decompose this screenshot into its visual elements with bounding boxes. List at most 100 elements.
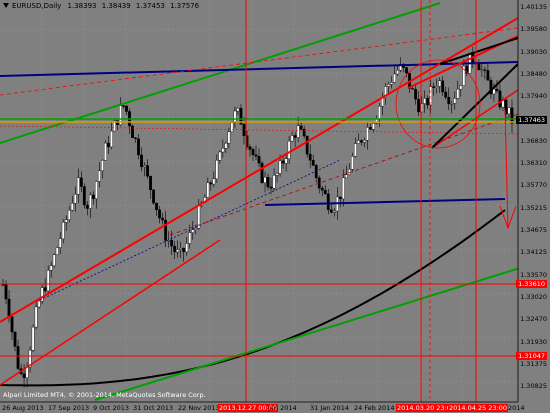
- date-tick-label: 17 Sep 2013: [48, 404, 90, 412]
- price-tick-label: 1.35770: [520, 181, 547, 190]
- candlestick-series: [1, 46, 514, 388]
- candle-body: [170, 240, 174, 247]
- candle-body: [390, 82, 393, 85]
- candle-body: [4, 284, 8, 300]
- date-tick-label: 31 Jan 2014: [310, 404, 349, 412]
- candle-body: [110, 130, 113, 148]
- price-chart[interactable]: EURUSD,Daily 1.38393 1.38439 1.37453 1.3…: [0, 0, 550, 413]
- date-tick-label: 31 Oct 2013: [133, 404, 174, 412]
- candle-body: [444, 91, 448, 98]
- price-tick-label: 1.30825: [520, 382, 547, 391]
- candle-body: [456, 88, 460, 99]
- blue-trendline-lower[interactable]: [264, 198, 506, 206]
- candle-body: [233, 110, 237, 123]
- candle-body: [88, 194, 92, 209]
- candle-body: [257, 156, 261, 164]
- price-tick-label: 1.40135: [520, 3, 547, 11]
- candle-body: [79, 177, 83, 187]
- date-tick-label: 22 Nov 2013: [178, 404, 220, 412]
- candle-body: [356, 140, 360, 144]
- candle-body: [441, 80, 445, 93]
- price-tick-label: 1.39030: [520, 47, 547, 56]
- candle-body: [507, 107, 511, 115]
- green-channel-lower[interactable]: [94, 267, 521, 401]
- price-tick-label: 1.34675: [520, 226, 547, 234]
- candle-body: [459, 85, 463, 90]
- candle-body: [67, 209, 71, 220]
- candle-body: [149, 176, 152, 191]
- candle-body: [206, 182, 210, 198]
- candle-body: [188, 232, 192, 244]
- price-tick-label: 1.36310: [520, 159, 547, 168]
- candle-body: [510, 107, 514, 124]
- candle-body: [287, 140, 291, 159]
- candle-body: [248, 146, 252, 150]
- candle-body: [332, 210, 336, 213]
- candle-body: [323, 189, 327, 195]
- candle-body: [260, 162, 264, 183]
- candle-body: [7, 298, 11, 317]
- candle-body: [344, 174, 348, 179]
- candle-body: [302, 129, 306, 137]
- candle-body: [495, 88, 499, 92]
- copyright-text: Alpari Limited MT4, © 2001-2014, MetaQuo…: [3, 391, 206, 399]
- chart-collapse-icon[interactable]: [3, 3, 9, 8]
- candle-body: [13, 331, 17, 347]
- candle-body: [194, 228, 198, 230]
- candle-body: [73, 194, 77, 204]
- candle-body: [254, 154, 258, 157]
- candle-body: [405, 67, 408, 74]
- candle-body: [426, 98, 430, 106]
- candle-body: [284, 158, 288, 164]
- date-tick-label: 2014.04.25 23:00: [448, 404, 509, 412]
- candle-body: [341, 177, 345, 200]
- candle-body: [125, 105, 128, 112]
- price-tick-label: 1.33020: [520, 292, 547, 301]
- candle-body: [281, 160, 285, 164]
- candle-body: [411, 88, 414, 90]
- candle-body: [94, 181, 98, 199]
- candle-body: [296, 125, 300, 138]
- candle-body: [230, 122, 234, 132]
- candle-body: [236, 108, 240, 112]
- candle-body: [1, 284, 5, 286]
- date-tick-label: 26 Aug 2013: [2, 404, 44, 412]
- candle-body: [435, 86, 439, 88]
- candle-body: [227, 131, 231, 144]
- candle-body: [326, 193, 330, 210]
- candle-body: [372, 123, 375, 130]
- candle-body: [46, 270, 50, 292]
- candle-body: [122, 105, 125, 107]
- candle-body: [143, 165, 146, 168]
- candle-body: [52, 254, 56, 266]
- candle-body: [275, 173, 279, 176]
- candle-body: [305, 135, 309, 155]
- close-value: 1.37576: [170, 2, 200, 10]
- candle-body: [353, 143, 357, 157]
- candle-body: [10, 316, 14, 333]
- candle-body: [70, 203, 74, 211]
- date-tick-label: Jan 2014: [268, 404, 297, 412]
- candle-body: [477, 64, 481, 71]
- price-tick-label: 1.32470: [520, 315, 547, 324]
- chart-plot-area[interactable]: [0, 0, 550, 413]
- candle-body: [58, 238, 62, 248]
- candle-body: [49, 265, 53, 271]
- candle-body: [299, 125, 303, 130]
- candle-body: [212, 178, 216, 185]
- candle-body: [393, 73, 396, 83]
- candle-body: [317, 177, 321, 189]
- red-channel-lower[interactable]: [0, 239, 221, 386]
- candle-body: [134, 137, 137, 140]
- candle-body: [31, 326, 35, 351]
- date-tick-label: 2014.03.20 23:00: [396, 404, 457, 412]
- candle-body: [447, 97, 451, 104]
- candle-body: [278, 160, 282, 174]
- high-value: 1.38439: [101, 2, 131, 10]
- candle-body: [338, 196, 342, 200]
- candle-body: [492, 88, 496, 95]
- candle-body: [76, 177, 80, 195]
- projection-arrow-shaft[interactable]: [504, 109, 509, 229]
- candle-body: [369, 127, 372, 130]
- level-price-label-1: 1.33610: [516, 280, 547, 288]
